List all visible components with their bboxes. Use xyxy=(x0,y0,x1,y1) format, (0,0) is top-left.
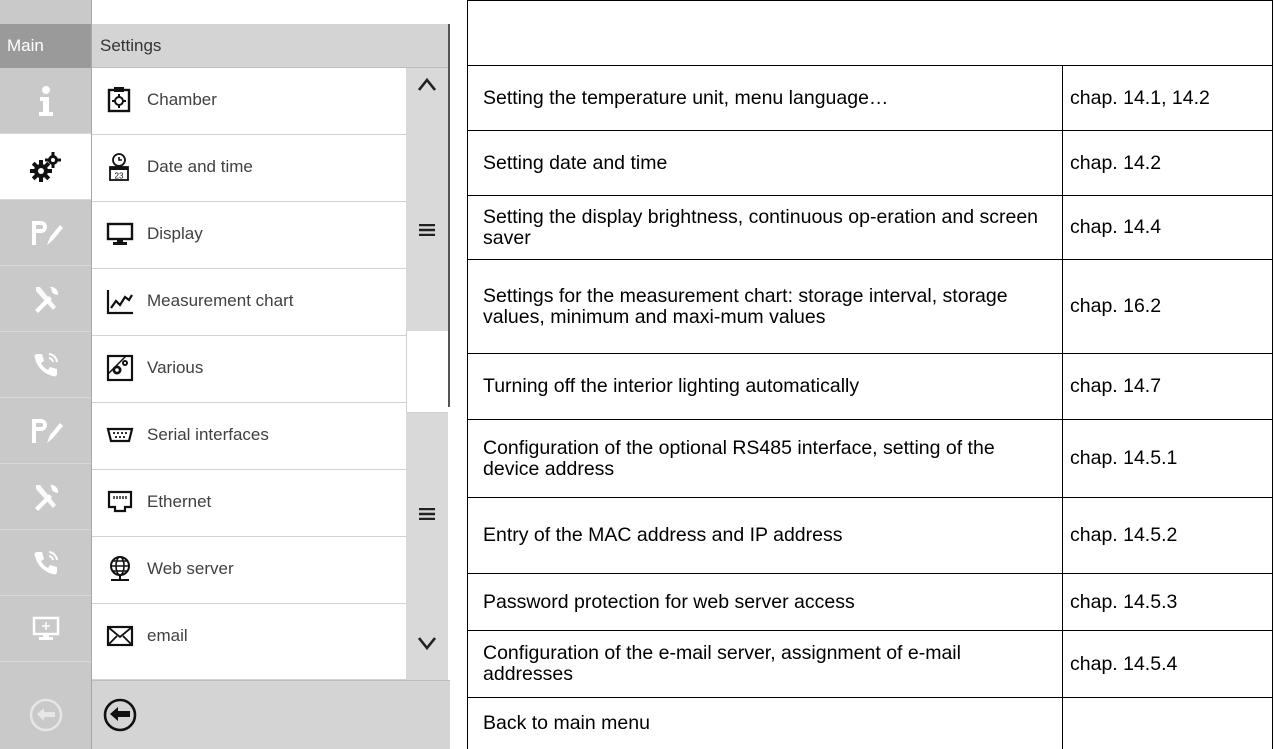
chart-icon xyxy=(106,290,133,315)
sidebar-info-button[interactable] xyxy=(0,68,91,134)
menu-item-web-server[interactable]: Web server xyxy=(92,537,406,604)
table-row: Settings for the measurement chart: stor… xyxy=(468,260,1273,354)
menu-item-measurement-chart[interactable]: Measurement chart xyxy=(92,269,406,336)
table-row: Back to main menu xyxy=(468,698,1273,749)
reference-table: Setting the temperature unit, menu langu… xyxy=(467,0,1273,749)
svg-text:23: 23 xyxy=(115,172,124,181)
main-sidebar: Main xyxy=(0,0,92,749)
device-screen: Main Settings Chamber 23 Date and time D… xyxy=(0,0,452,749)
menu-item-serial-interfaces[interactable]: Serial interfaces xyxy=(92,403,406,470)
sidebar-program-button[interactable] xyxy=(0,200,91,266)
table-row: Configuration of the optional RS485 inte… xyxy=(468,420,1273,498)
tools-icon xyxy=(34,484,58,511)
sidebar-header: Main xyxy=(0,24,91,68)
row-description: Password protection for web server acces… xyxy=(483,590,855,613)
sidebar-program-button-2[interactable] xyxy=(0,398,91,464)
sidebar-contact-button[interactable] xyxy=(0,332,91,398)
calendar-clock-icon: 23 xyxy=(109,153,129,181)
menu-item-various[interactable]: Various xyxy=(92,336,406,403)
scroll-down-icon[interactable] xyxy=(406,636,448,650)
pen-icon xyxy=(31,418,63,443)
row-description: Setting the temperature unit, menu langu… xyxy=(483,86,889,109)
row-description xyxy=(468,1,1062,65)
menu-item-label: Serial interfaces xyxy=(147,425,269,444)
menu-item-label: Various xyxy=(147,358,204,377)
row-description: Entry of the MAC address and IP address xyxy=(483,524,843,546)
menu-item-label: email xyxy=(147,626,188,645)
row-chapter: chap. 14.7 xyxy=(1062,354,1273,419)
globe-icon xyxy=(110,556,130,581)
back-icon xyxy=(29,698,62,731)
row-description: Turning off the interior lighting automa… xyxy=(483,375,860,397)
menu-item-label: Web server xyxy=(147,559,234,578)
monitor-icon xyxy=(32,616,59,640)
row-chapter: chap. 14.5.3 xyxy=(1062,574,1273,630)
info-icon xyxy=(38,85,53,116)
table-row: Turning off the interior lighting automa… xyxy=(468,354,1273,420)
row-chapter: chap. 14.5.1 xyxy=(1062,420,1273,497)
row-description: Setting the display brightness, continuo… xyxy=(483,205,1039,249)
submenu-bottom-bar xyxy=(92,680,450,749)
sidebar-display-button[interactable] xyxy=(0,596,91,662)
envelope-icon xyxy=(106,625,134,647)
back-arrow-icon[interactable] xyxy=(102,697,138,733)
table-row: Entry of the MAC address and IP address … xyxy=(468,498,1273,574)
menu-item-label: Measurement chart xyxy=(147,291,294,310)
scroll-up-icon[interactable] xyxy=(406,78,448,92)
scroll-grip-icon[interactable] xyxy=(406,508,448,520)
row-description: Setting date and time xyxy=(483,151,668,174)
row-description: Configuration of the e-mail server, assi… xyxy=(483,642,961,685)
menu-item-email[interactable]: email xyxy=(92,604,406,680)
phone-icon xyxy=(34,352,58,376)
tools-icon xyxy=(34,286,58,313)
row-description: Settings for the measurement chart: stor… xyxy=(483,284,1008,328)
menu-item-label: Ethernet xyxy=(147,492,212,511)
table-row xyxy=(468,0,1273,66)
gears-icon xyxy=(29,151,61,182)
row-chapter: chap. 14.5.4 xyxy=(1062,631,1273,697)
sidebar-settings-button[interactable] xyxy=(0,134,91,200)
menu-item-label: Display xyxy=(147,224,203,243)
ethernet-port-icon xyxy=(107,490,133,513)
menu-item-label: Chamber xyxy=(147,90,217,109)
sidebar-contact-button-2[interactable] xyxy=(0,530,91,596)
sidebar-back-button[interactable] xyxy=(0,680,91,749)
row-chapter: chap. 14.2 xyxy=(1062,131,1273,195)
chamber-icon xyxy=(107,87,131,113)
menu-item-label: Date and time xyxy=(147,157,253,176)
row-chapter: chap. 14.4 xyxy=(1062,196,1273,259)
table-row: Setting the display brightness, continuo… xyxy=(468,196,1273,260)
scroll-grip-icon[interactable] xyxy=(406,224,448,236)
sidebar-service-button-2[interactable] xyxy=(0,464,91,530)
row-chapter xyxy=(1062,1,1273,65)
submenu-scrollbar[interactable] xyxy=(406,68,448,680)
table-row: Configuration of the e-mail server, assi… xyxy=(468,631,1273,698)
gear-box-icon xyxy=(106,354,134,382)
pen-icon xyxy=(31,220,63,245)
submenu-frame xyxy=(448,24,450,407)
submenu-header: Settings xyxy=(92,24,450,68)
menu-item-chamber[interactable]: Chamber xyxy=(92,68,406,135)
monitor-icon xyxy=(106,222,134,245)
serial-port-icon xyxy=(106,427,134,443)
menu-item-ethernet[interactable]: Ethernet xyxy=(92,470,406,537)
phone-icon xyxy=(34,550,58,574)
row-chapter xyxy=(1062,698,1273,749)
row-chapter: chap. 16.2 xyxy=(1062,260,1273,353)
table-row: Password protection for web server acces… xyxy=(468,574,1273,631)
scroll-thumb[interactable] xyxy=(406,331,448,413)
table-row: Setting the temperature unit, menu langu… xyxy=(468,66,1273,131)
row-chapter: chap. 14.5.2 xyxy=(1062,498,1273,573)
row-description: Back to main menu xyxy=(483,712,650,734)
table-row: Setting date and time chap. 14.2 xyxy=(468,131,1273,196)
sidebar-service-button[interactable] xyxy=(0,266,91,332)
menu-item-display[interactable]: Display xyxy=(92,202,406,269)
row-description: Configuration of the optional RS485 inte… xyxy=(483,436,995,480)
menu-item-date-time[interactable]: 23 Date and time xyxy=(92,135,406,202)
row-chapter: chap. 14.1, 14.2 xyxy=(1062,66,1273,130)
